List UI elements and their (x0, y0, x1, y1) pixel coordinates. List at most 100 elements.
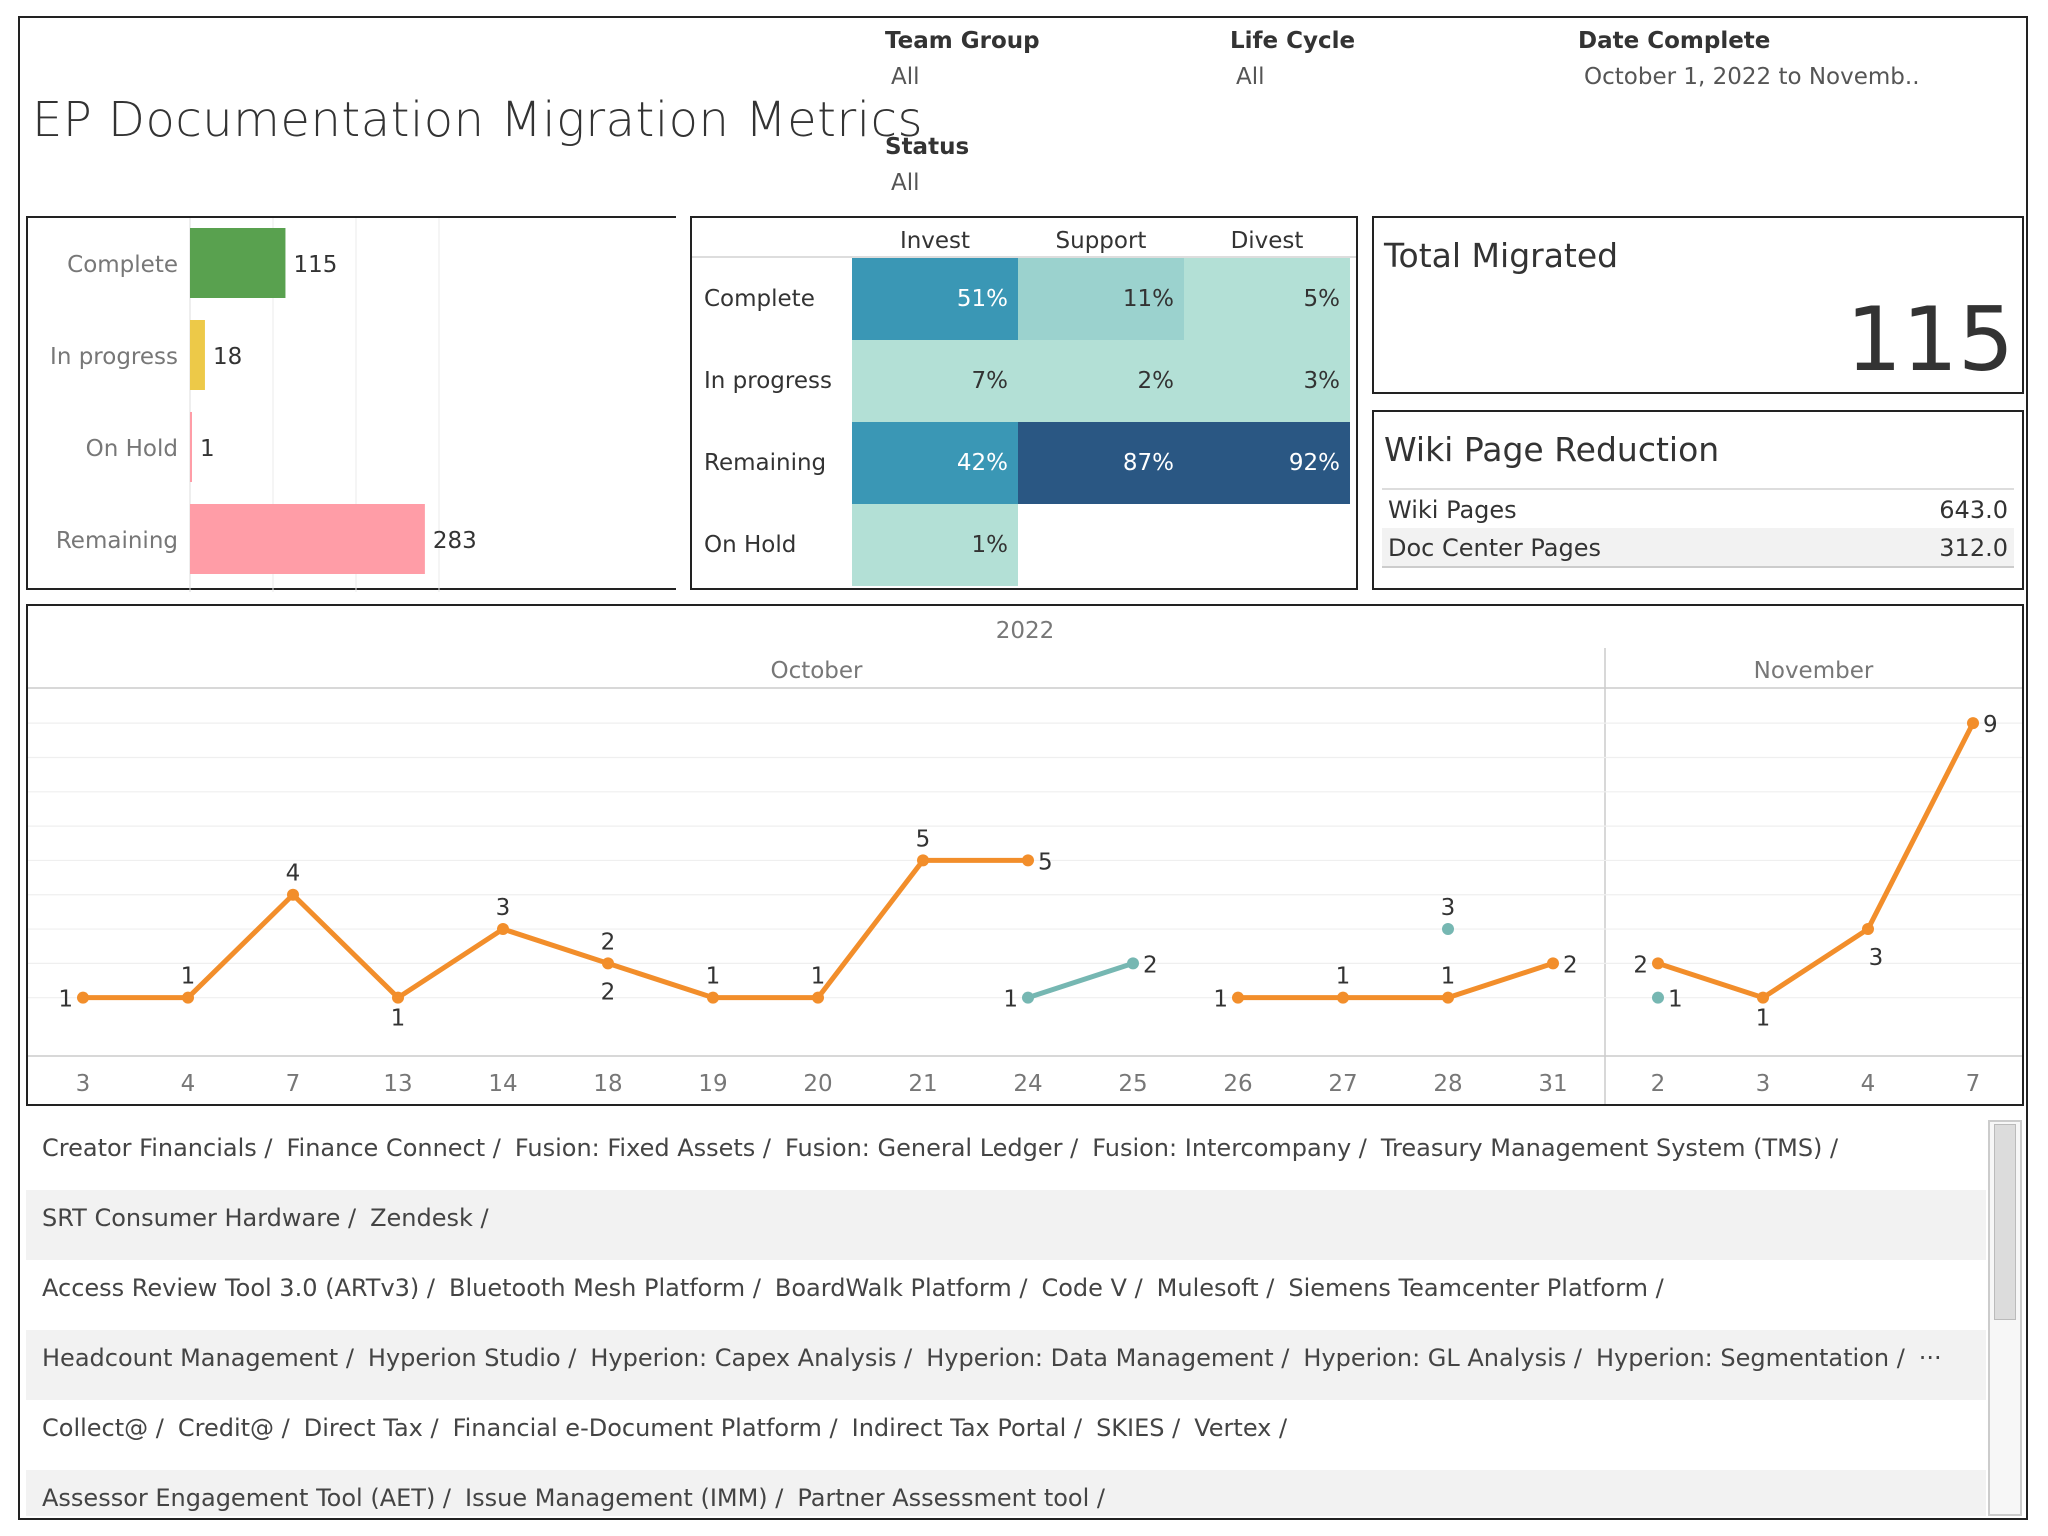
app-item[interactable]: Bluetooth Mesh Platform / (449, 1274, 761, 1302)
filter-life-cycle[interactable]: Life Cycle All (1230, 28, 1355, 90)
filter-label: Life Cycle (1230, 28, 1356, 54)
bar-value-label: 283 (433, 528, 477, 554)
data-point (287, 888, 299, 901)
heatmap-cell: 11% (1018, 258, 1184, 340)
app-item[interactable]: Access Review Tool 3.0 (ARTv3) / (42, 1274, 435, 1302)
filter-status[interactable]: Status All (885, 134, 969, 196)
data-point (77, 991, 89, 1004)
app-item[interactable]: Hyperion: Capex Analysis / (590, 1344, 912, 1372)
app-item[interactable]: SKIES / (1096, 1414, 1180, 1442)
app-item[interactable]: Financial e-Document Platform / (453, 1414, 838, 1442)
data-point (1127, 957, 1139, 970)
data-point (1442, 923, 1454, 936)
data-point (1757, 991, 1769, 1004)
filter-value[interactable]: All (885, 170, 969, 196)
scrollbar[interactable] (1988, 1120, 2022, 1516)
wiki-title: Wiki Page Reduction (1384, 430, 1720, 469)
data-point (1652, 991, 1664, 1004)
bar (190, 412, 192, 482)
filter-value[interactable]: All (1230, 64, 1355, 90)
app-item[interactable]: Headcount Management / (42, 1344, 354, 1372)
scrollbar-thumb[interactable] (1994, 1124, 2016, 1320)
month-header: November (1754, 658, 1874, 684)
data-label: 1 (1756, 1006, 1771, 1032)
status-bar-chart-svg: Complete 115 In progress 18 On Hold 1 Remainin… (50, 218, 477, 592)
app-item[interactable]: Mulesoft / (1157, 1274, 1275, 1302)
x-tick-label: 4 (181, 1071, 196, 1097)
data-label: 2 (601, 929, 616, 955)
x-tick-label: 18 (593, 1071, 622, 1097)
data-point (707, 991, 719, 1004)
category-label: Complete (67, 252, 178, 278)
data-point (1862, 923, 1874, 936)
data-point (1337, 991, 1349, 1004)
x-tick-label: 14 (488, 1071, 517, 1097)
lifecycle-heatmap: Invest Support Divest Complete 51% 11% 5% In pr… (690, 216, 1358, 590)
filter-label: Status (885, 134, 970, 160)
filter-team-group[interactable]: Team Group All (885, 28, 1040, 90)
data-label: 2 (601, 979, 616, 1005)
data-label: 1 (1441, 964, 1456, 990)
app-item[interactable]: Collect@ / (42, 1414, 164, 1442)
app-item[interactable]: Fusion: General Ledger / (785, 1134, 1078, 1162)
app-item[interactable]: Hyperion Studio / (368, 1344, 576, 1372)
filter-date-complete[interactable]: Date Complete October 1, 2022 to Novemb.… (1578, 28, 1920, 90)
data-label: 4 (286, 861, 301, 887)
data-label: 5 (916, 826, 931, 852)
x-tick-label: 25 (1118, 1071, 1147, 1097)
app-item[interactable]: ··· (1919, 1344, 1942, 1372)
app-item[interactable]: Partner Assessment tool / (797, 1484, 1105, 1512)
status-bar-chart: Complete 115 In progress 18 On Hold 1 Remainin… (26, 216, 676, 592)
x-tick-label: 7 (286, 1071, 301, 1097)
series-line (1027, 960, 1134, 1001)
data-label: 9 (1983, 712, 1998, 738)
data-point (917, 854, 929, 867)
heatmap-cell: 3% (1184, 340, 1350, 422)
data-point (1652, 957, 1664, 970)
heatmap-cell: 7% (852, 340, 1018, 422)
app-row: Creator Financials / Finance Connect / Fus… (26, 1120, 1986, 1190)
data-label: 1 (1213, 987, 1228, 1013)
data-point (497, 923, 509, 936)
app-item[interactable]: Assessor Engagement Tool (AET) / (42, 1484, 451, 1512)
data-point (182, 991, 194, 1004)
app-item[interactable]: SRT Consumer Hardware / (42, 1204, 356, 1232)
heatmap-column-header: Invest (899, 228, 971, 254)
data-point (392, 991, 404, 1004)
app-item[interactable]: Vertex / (1194, 1414, 1287, 1442)
app-item[interactable]: Hyperion: Data Management / (926, 1344, 1289, 1372)
kpi-value: 115 (1846, 288, 2014, 391)
heatmap-cell: 92% (1184, 422, 1350, 504)
heatmap-row-header: In progress (704, 368, 832, 394)
app-item[interactable]: Treasury Management System (TMS) / (1381, 1134, 1838, 1162)
app-item[interactable]: Hyperion: Segmentation / (1596, 1344, 1905, 1372)
app-item[interactable]: Fusion: Intercompany / (1092, 1134, 1367, 1162)
app-item[interactable]: Fusion: Fixed Assets / (515, 1134, 771, 1162)
app-item[interactable]: Indirect Tax Portal / (852, 1414, 1082, 1442)
filter-value[interactable]: All (885, 64, 1040, 90)
app-row: Assessor Engagement Tool (AET) / Issue Ma… (26, 1470, 1986, 1516)
app-item[interactable]: Code V / (1041, 1274, 1142, 1302)
data-label: 2 (1143, 952, 1158, 978)
app-item[interactable]: Credit@ / (178, 1414, 290, 1442)
x-tick-label: 24 (1013, 1071, 1042, 1097)
month-header: October (770, 658, 863, 684)
x-tick-label: 28 (1433, 1071, 1462, 1097)
app-item[interactable]: Direct Tax / (304, 1414, 439, 1442)
heatmap-row-header: Complete (704, 286, 815, 312)
year-header: 2022 (996, 618, 1055, 644)
app-item[interactable]: Zendesk / (370, 1204, 489, 1232)
data-point (1232, 991, 1244, 1004)
data-label: 1 (1668, 987, 1683, 1013)
app-item[interactable]: Hyperion: GL Analysis / (1303, 1344, 1582, 1372)
app-item[interactable]: Issue Management (IMM) / (465, 1484, 783, 1512)
app-item[interactable]: Siemens Teamcenter Platform / (1288, 1274, 1663, 1302)
app-row: Access Review Tool 3.0 (ARTv3) / Bluetoot… (26, 1260, 1986, 1330)
data-label: 1 (1336, 964, 1351, 990)
app-row: SRT Consumer Hardware / Zendesk / (26, 1190, 1986, 1260)
app-item[interactable]: Creator Financials / (42, 1134, 272, 1162)
app-item[interactable]: BoardWalk Platform / (775, 1274, 1028, 1302)
wiki-page-reduction-card: Wiki Page Reduction Wiki Pages 643.0 Doc… (1372, 410, 2024, 590)
filter-value[interactable]: October 1, 2022 to Novemb.. (1578, 64, 1920, 90)
app-item[interactable]: Finance Connect / (286, 1134, 500, 1162)
